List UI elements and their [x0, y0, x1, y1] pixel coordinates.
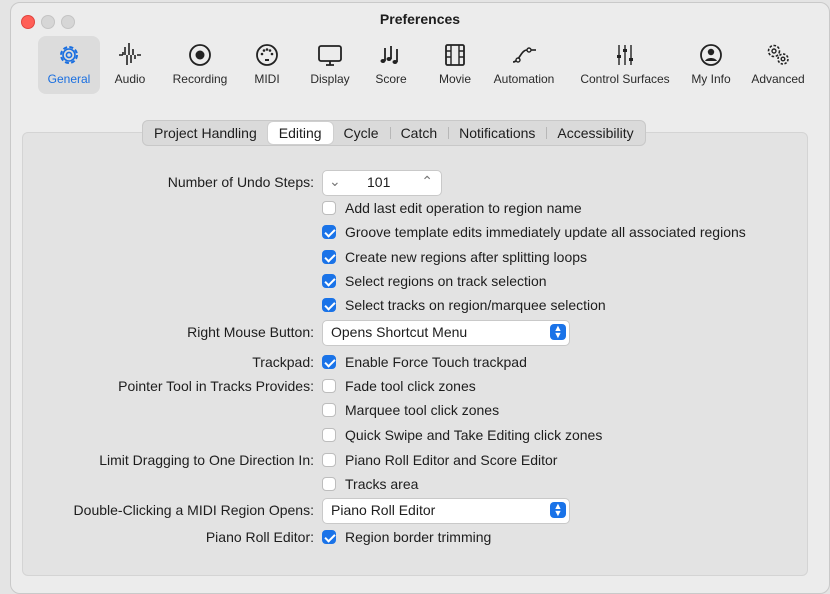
add-last-edit-checkbox[interactable]	[322, 201, 336, 215]
select-regions-row: Select regions on track selection	[0, 271, 830, 293]
groove-template-row: Groove template edits immediately update…	[0, 222, 830, 244]
groove-template-label: Groove template edits immediately update…	[345, 224, 746, 240]
limit-dragging-label: Limit Dragging to One Direction In:	[99, 452, 314, 468]
toolbar-score[interactable]: Score	[368, 36, 414, 94]
toolbar-general[interactable]: General	[38, 36, 100, 94]
music-notes-icon	[380, 46, 398, 64]
marquee-zones-checkbox[interactable]	[322, 403, 336, 417]
add-last-edit-row: Add last edit operation to region name	[0, 198, 830, 220]
quick-swipe-label: Quick Swipe and Take Editing click zones	[345, 427, 603, 443]
trackpad-label: Trackpad:	[252, 354, 314, 370]
tracks-area-row: Tracks area	[0, 474, 830, 496]
pointer-tool-label: Pointer Tool in Tracks Provides:	[118, 378, 314, 394]
gear-icon	[60, 46, 78, 64]
marquee-zones-label: Marquee tool click zones	[345, 402, 500, 418]
tab-notifications[interactable]: Notifications	[448, 122, 546, 144]
editing-tab-bar: Project Handling Editing Cycle Catch Not…	[142, 120, 646, 146]
monitor-icon	[318, 45, 342, 66]
piano-score-label: Piano Roll Editor and Score Editor	[345, 452, 558, 468]
toolbar-automation-label: Automation	[493, 72, 555, 86]
select-tracks-checkbox[interactable]	[322, 298, 336, 312]
popup-arrows-icon: ▲ ▼	[550, 324, 566, 340]
tab-project-handling[interactable]: Project Handling	[143, 122, 268, 144]
right-mouse-popup[interactable]: Opens Shortcut Menu ▲ ▼	[322, 320, 570, 346]
double-click-label: Double-Clicking a MIDI Region Opens:	[73, 502, 314, 518]
border-trimming-label: Region border trimming	[345, 529, 492, 545]
tab-editing[interactable]: Editing	[267, 122, 333, 144]
fade-zones-label: Fade tool click zones	[345, 378, 476, 394]
automation-curve-icon	[512, 47, 536, 63]
toolbar-general-label: General	[47, 72, 91, 86]
toolbar-automation[interactable]: Automation	[486, 36, 562, 94]
create-regions-checkbox[interactable]	[322, 250, 336, 264]
toolbar-advanced-label: Advanced	[751, 72, 805, 86]
title-bar: Preferences	[11, 3, 829, 33]
faders-icon	[617, 45, 633, 65]
toolbar-display-label: Display	[310, 72, 350, 86]
quick-swipe-row: Quick Swipe and Take Editing click zones	[0, 425, 830, 447]
toolbar-audio-label: Audio	[114, 72, 146, 86]
add-last-edit-label: Add last edit operation to region name	[345, 200, 582, 216]
create-regions-label: Create new regions after splitting loops	[345, 249, 588, 265]
force-touch-checkbox[interactable]	[322, 355, 336, 369]
right-mouse-value: Opens Shortcut Menu	[331, 324, 468, 340]
toolbar-score-label: Score	[375, 72, 407, 86]
toolbar-recording-label: Recording	[172, 72, 228, 86]
tab-cycle[interactable]: Cycle	[333, 122, 390, 144]
toolbar-my-info-label: My Info	[691, 72, 731, 86]
toolbar-control-surfaces-label: Control Surfaces	[580, 72, 670, 86]
midi-port-icon	[256, 44, 278, 66]
groove-template-checkbox[interactable]	[322, 225, 336, 239]
toolbar-advanced[interactable]: Advanced	[744, 36, 812, 94]
create-regions-row: Create new regions after splitting loops	[0, 247, 830, 269]
chevron-down-icon[interactable]: ⌄	[329, 173, 341, 190]
window-title: Preferences	[379, 11, 461, 27]
toolbar-control-surfaces[interactable]: Control Surfaces	[570, 36, 680, 94]
tab-accessibility[interactable]: Accessibility	[546, 122, 644, 144]
undo-steps-value: 101	[367, 174, 391, 190]
tab-catch[interactable]: Catch	[389, 122, 449, 144]
trackpad-row: Trackpad: Enable Force Touch trackpad	[0, 352, 830, 374]
record-icon	[189, 44, 211, 66]
select-regions-label: Select regions on track selection	[345, 273, 547, 289]
chevron-up-icon[interactable]: ⌃	[421, 173, 433, 190]
tracks-area-checkbox[interactable]	[322, 477, 336, 491]
waveform-icon	[119, 43, 141, 65]
undo-steps-stepper[interactable]: ⌄ 101 ⌃	[322, 170, 442, 196]
select-tracks-row: Select tracks on region/marquee selectio…	[0, 295, 830, 317]
select-regions-checkbox[interactable]	[322, 274, 336, 288]
toolbar-display[interactable]: Display	[302, 36, 358, 94]
tracks-area-label: Tracks area	[345, 476, 419, 492]
piano-roll-row: Piano Roll Editor: Region border trimmin…	[0, 527, 830, 549]
double-click-row: Double-Clicking a MIDI Region Opens: Pia…	[0, 498, 830, 524]
double-click-popup[interactable]: Piano Roll Editor ▲ ▼	[322, 498, 570, 524]
pointer-tool-row: Pointer Tool in Tracks Provides: Fade to…	[0, 376, 830, 398]
piano-roll-label: Piano Roll Editor:	[205, 529, 314, 545]
person-icon	[700, 44, 722, 66]
toolbar-movie[interactable]: Movie	[430, 36, 480, 94]
marquee-zones-row: Marquee tool click zones	[0, 400, 830, 422]
right-mouse-row: Right Mouse Button: Opens Shortcut Menu …	[0, 320, 830, 346]
gears-icon	[767, 44, 789, 65]
double-click-value: Piano Roll Editor	[331, 502, 436, 518]
film-icon	[445, 44, 465, 66]
quick-swipe-checkbox[interactable]	[322, 428, 336, 442]
toolbar-midi-label: MIDI	[254, 72, 280, 86]
toolbar-my-info[interactable]: My Info	[684, 36, 738, 94]
undo-steps-row: Number of Undo Steps: ⌄ 101 ⌃	[0, 170, 830, 196]
piano-score-checkbox[interactable]	[322, 453, 336, 467]
toolbar-movie-label: Movie	[438, 72, 471, 86]
force-touch-label: Enable Force Touch trackpad	[345, 354, 527, 370]
undo-steps-label: Number of Undo Steps:	[167, 174, 314, 190]
select-tracks-label: Select tracks on region/marquee selectio…	[345, 297, 606, 313]
popup-arrows-icon: ▲ ▼	[550, 502, 566, 518]
right-mouse-label: Right Mouse Button:	[187, 324, 314, 340]
border-trimming-checkbox[interactable]	[322, 530, 336, 544]
toolbar-midi[interactable]: MIDI	[245, 36, 289, 94]
toolbar-audio[interactable]: Audio	[105, 36, 155, 94]
fade-zones-checkbox[interactable]	[322, 379, 336, 393]
preferences-toolbar: General Audio Recording MIDI Display Sco…	[0, 36, 830, 94]
limit-dragging-row: Limit Dragging to One Direction In: Pian…	[0, 450, 830, 472]
toolbar-recording[interactable]: Recording	[165, 36, 235, 94]
